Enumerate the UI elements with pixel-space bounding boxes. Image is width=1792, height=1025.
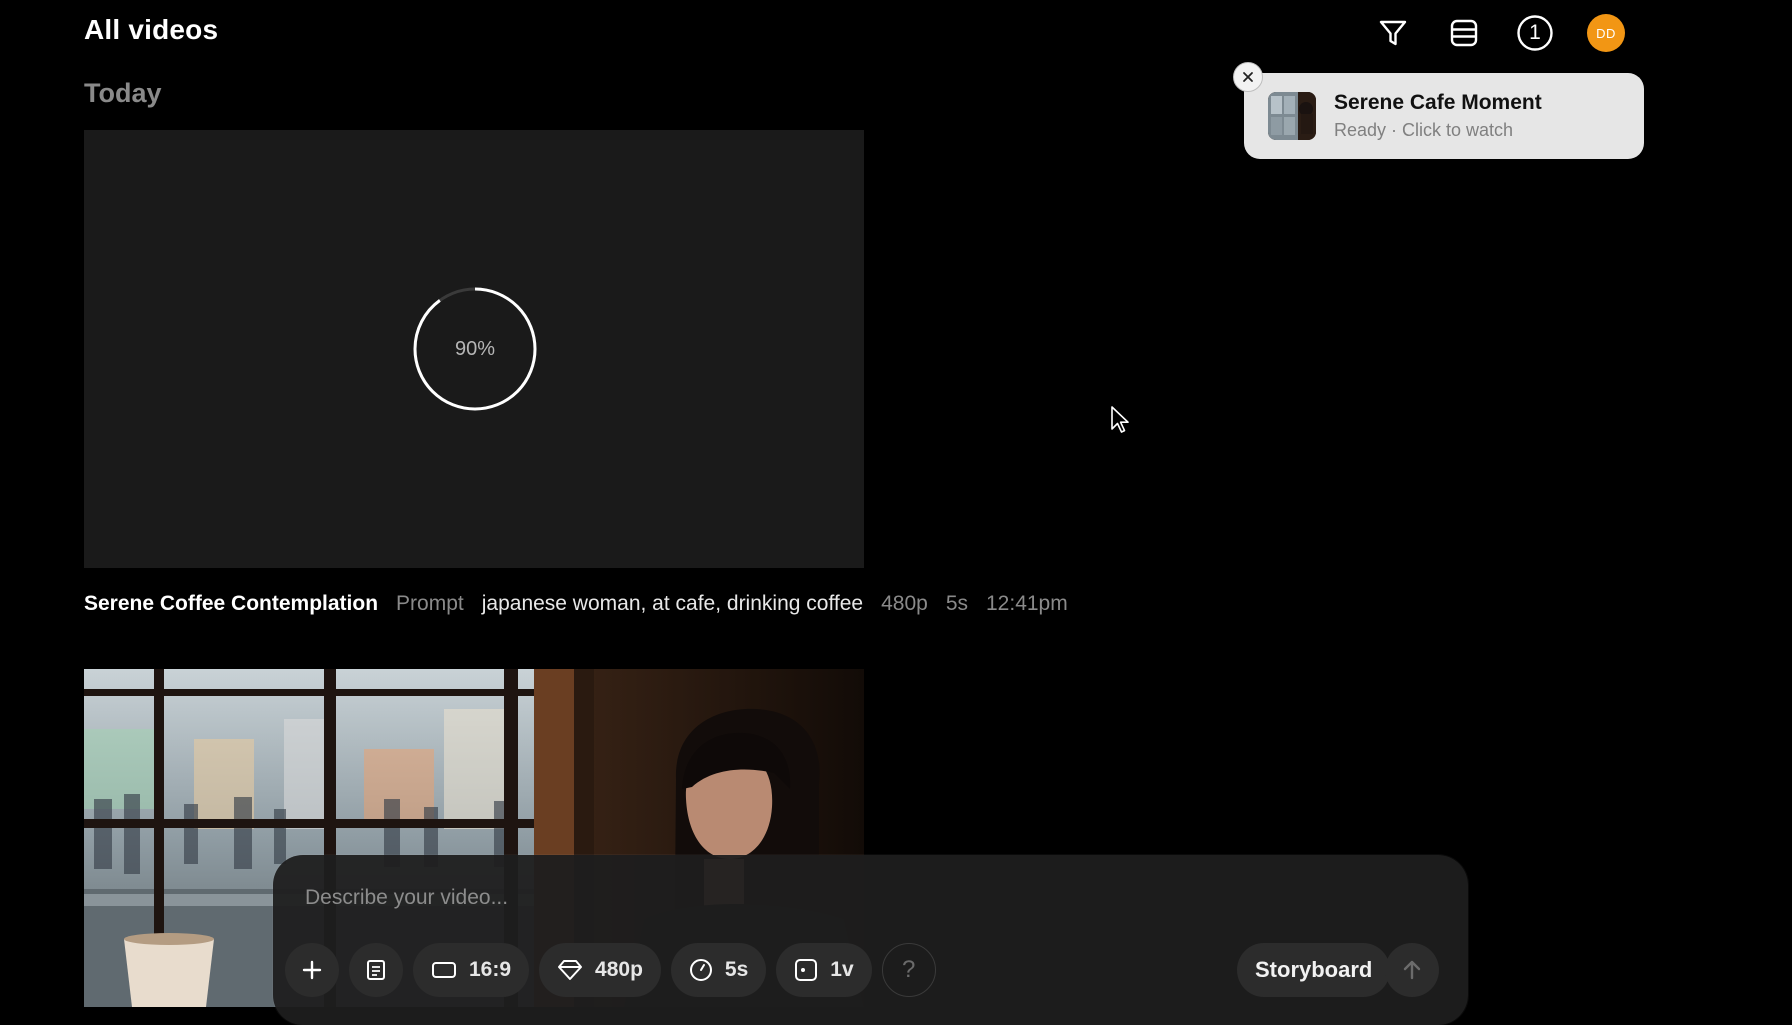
presets-button[interactable]	[349, 943, 403, 997]
mouse-cursor-icon	[1110, 405, 1132, 440]
resolution-button[interactable]: 480p	[539, 943, 661, 997]
queue-count-icon[interactable]: 1	[1516, 14, 1554, 52]
aspect-ratio-value: 16:9	[469, 958, 512, 981]
timestamp: 12:41pm	[986, 592, 1068, 615]
document-icon	[367, 960, 385, 980]
video-meta-row: Serene Coffee Contemplation Prompt japan…	[84, 592, 1086, 616]
clock-icon	[689, 958, 713, 982]
toast-close-button[interactable]	[1233, 62, 1263, 92]
progress-ring: 90%	[413, 287, 537, 411]
list-view-icon[interactable]	[1445, 14, 1483, 52]
variations-button[interactable]: 1v	[776, 943, 872, 997]
variations-value: 1v	[830, 958, 854, 981]
variations-icon	[794, 958, 818, 982]
prompt-text: japanese woman, at cafe, drinking coffee	[481, 592, 864, 615]
aspect-ratio-button[interactable]: 16:9	[413, 943, 530, 997]
storyboard-button[interactable]: Storyboard	[1237, 943, 1391, 997]
diamond-icon	[557, 959, 583, 981]
help-button[interactable]: ?	[881, 943, 936, 997]
avatar[interactable]: DD	[1587, 14, 1625, 52]
page-title: All videos	[84, 14, 219, 45]
prompt-label: Prompt	[396, 592, 464, 615]
header-toolbar: 1 DD	[1374, 14, 1625, 52]
resolution-badge: 480p	[881, 592, 928, 615]
queue-count: 1	[1529, 21, 1541, 44]
resolution-value: 480p	[595, 958, 643, 981]
toast-thumbnail	[1268, 92, 1316, 140]
toast-subtitle: Ready · Click to watch	[1334, 120, 1514, 140]
arrow-up-icon	[1403, 960, 1421, 980]
add-button[interactable]	[285, 943, 339, 997]
toast-text: Serene Cafe Moment Ready · Click to watc…	[1334, 91, 1542, 141]
aspect-ratio-icon	[431, 960, 457, 980]
section-heading-today: Today	[84, 78, 162, 108]
progress-label: 90%	[454, 337, 496, 360]
toast-title: Serene Cafe Moment	[1334, 91, 1542, 114]
filter-icon[interactable]	[1374, 14, 1412, 52]
composer-toolbar: 16:9 480p 5s 1v ?	[285, 943, 936, 997]
send-button[interactable]	[1385, 943, 1439, 997]
duration-button[interactable]: 5s	[670, 943, 767, 997]
video-card-generating[interactable]: 90%	[84, 130, 864, 568]
close-icon	[1243, 72, 1253, 82]
prompt-input[interactable]	[303, 885, 1107, 911]
prompt-composer: 16:9 480p 5s 1v ? Storyboard	[273, 855, 1468, 1025]
duration-value: 5s	[724, 958, 749, 981]
notification-toast[interactable]: Serene Cafe Moment Ready · Click to watc…	[1244, 73, 1644, 159]
duration-badge: 5s	[945, 592, 968, 615]
plus-icon	[302, 960, 322, 980]
video-title[interactable]: Serene Coffee Contemplation	[84, 592, 378, 616]
